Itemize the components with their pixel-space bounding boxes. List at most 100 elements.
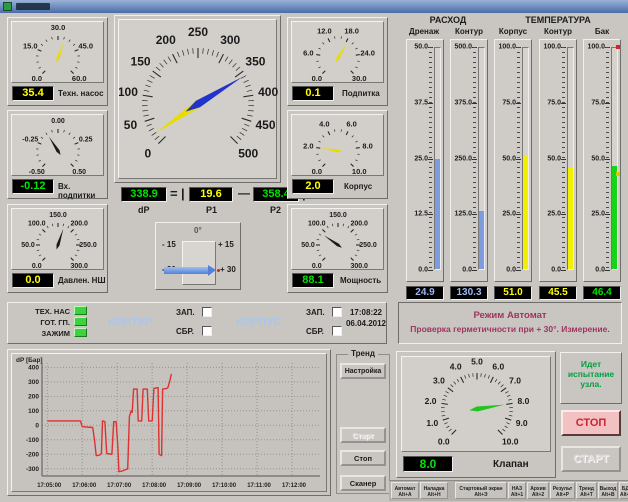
clock-date: 06.04.2012 bbox=[344, 319, 388, 328]
svg-text:45.0: 45.0 bbox=[78, 42, 93, 51]
gauge-panel-tech-nasos: 0.015.030.045.060.0 35.4 Техн. насос bbox=[7, 17, 108, 106]
taskbar-button-result[interactable]: РезультAlt+Р bbox=[550, 482, 575, 499]
vh-podpitki-caption: Вх. подпитки bbox=[58, 182, 107, 200]
podpitka-value: 0.1 bbox=[292, 86, 334, 101]
svg-text:200: 200 bbox=[156, 33, 176, 47]
clock-time: 17:08:22 bbox=[346, 308, 386, 317]
svg-text:100.0: 100.0 bbox=[308, 221, 326, 228]
start-button[interactable]: СТАРТ bbox=[561, 446, 621, 472]
svg-text:-0.25: -0.25 bbox=[22, 136, 38, 143]
svg-text:100.0: 100.0 bbox=[28, 221, 46, 228]
taskbar: АвтоматAlt+А НаладкаAlt+Н Стартовый экра… bbox=[389, 480, 628, 501]
kontur-sbr-checkbox[interactable] bbox=[202, 326, 212, 336]
led-teh-nas bbox=[74, 306, 87, 315]
svg-text:50.0: 50.0 bbox=[21, 242, 35, 249]
svg-text:50: 50 bbox=[124, 118, 138, 132]
svg-text:dP [Бар]: dP [Бар] bbox=[16, 357, 43, 364]
taskbar-button-start-screen[interactable]: Стартовый экранAlt+Э bbox=[455, 482, 507, 499]
bar-korpus-temp: 100.075.050.025.00.0 bbox=[494, 39, 532, 282]
app-icon bbox=[3, 2, 12, 11]
p1-label: P1 bbox=[206, 205, 217, 215]
svg-text:250.0: 250.0 bbox=[359, 242, 377, 249]
gauge-panel-davlen-nsh: 0.050.0100.0150.0200.0250.0300.0 0.0 Дав… bbox=[7, 204, 108, 293]
gauge-face: 0.02.04.06.08.010.0 bbox=[291, 114, 384, 176]
bar-name-kontur2: Контур bbox=[538, 27, 578, 36]
svg-text:17:11:00: 17:11:00 bbox=[247, 483, 271, 489]
gauge-main-pressure: 050100150200250300350400450500 bbox=[119, 20, 278, 180]
svg-text:0.25: 0.25 bbox=[79, 136, 93, 143]
svg-text:6.0: 6.0 bbox=[492, 361, 504, 371]
gauge-face: 0.01.02.03.04.05.06.07.08.09.010.0 bbox=[401, 356, 551, 452]
svg-text:300.0: 300.0 bbox=[70, 263, 88, 270]
scada-screen: 0.015.030.045.060.0 35.4 Техн. насос -0.… bbox=[0, 0, 628, 502]
davlen-nsh-caption: Давлен. НШ bbox=[58, 276, 105, 285]
svg-text:17:05:00: 17:05:00 bbox=[37, 483, 62, 489]
svg-text:7.0: 7.0 bbox=[509, 376, 521, 386]
window-titlebar[interactable] bbox=[0, 0, 628, 13]
status-strip: ТЕХ. НАС ГОТ. ГП. ЗАЖИМ КОНТУР ЗАП. СБР.… bbox=[7, 302, 387, 344]
bar-kontur-rashod: 500.0375.0250.0125.00.0 bbox=[450, 39, 488, 282]
svg-text:3.0: 3.0 bbox=[433, 376, 445, 386]
svg-text:8.0: 8.0 bbox=[362, 141, 372, 150]
taskbar-button-arhiv[interactable]: АрхивAlt+2 bbox=[527, 482, 549, 499]
svg-text:0: 0 bbox=[35, 422, 39, 429]
svg-text:0.0: 0.0 bbox=[32, 74, 42, 83]
svg-text:17:10:00: 17:10:00 bbox=[212, 483, 237, 489]
moshchnost-value: 88.1 bbox=[292, 273, 334, 288]
korpus-sbr-checkbox[interactable] bbox=[332, 326, 342, 336]
bar-kontur-temp: 100.075.050.025.00.0 bbox=[539, 39, 577, 282]
taskbar-button-vyhod[interactable]: ВыходAlt+В bbox=[598, 482, 618, 499]
svg-text:0: 0 bbox=[144, 146, 151, 160]
trend-stop-button[interactable]: Стоп bbox=[340, 450, 386, 466]
svg-text:150: 150 bbox=[131, 54, 151, 68]
led-label-teh-nas: ТЕХ. НАС bbox=[22, 307, 70, 316]
test-status-text: Идет испытание узла. bbox=[563, 359, 619, 389]
svg-text:60.0: 60.0 bbox=[72, 74, 87, 83]
trend-plot-frame: 4003002001000-100-200-30017:05:0017:06:0… bbox=[11, 353, 327, 492]
taskbar-button-avtomat[interactable]: АвтоматAlt+А bbox=[391, 482, 419, 499]
svg-text:100: 100 bbox=[119, 85, 138, 99]
davlen-nsh-value: 0.0 bbox=[12, 273, 54, 288]
korpus-section-label: КОРПУС bbox=[236, 316, 281, 328]
taskbar-button-naz[interactable]: НАЗAlt+1 bbox=[508, 482, 526, 499]
kontur-zap-checkbox[interactable] bbox=[202, 307, 212, 317]
svg-text:0.0: 0.0 bbox=[312, 74, 322, 83]
korpus-zap-checkbox[interactable] bbox=[332, 307, 342, 317]
korpus-value: 2.0 bbox=[292, 179, 334, 194]
stop-button[interactable]: СТОП bbox=[561, 410, 621, 436]
trend-settings-button[interactable]: Настройка bbox=[340, 363, 386, 379]
taskbar-button-bd[interactable]: БДAlt+Б bbox=[619, 482, 628, 499]
taskbar-button-trend[interactable]: ТрендAlt+Т bbox=[576, 482, 597, 499]
svg-text:0.0: 0.0 bbox=[32, 263, 42, 270]
svg-text:200: 200 bbox=[28, 393, 39, 400]
bar-name-kontur1: Контур bbox=[449, 27, 489, 36]
svg-text:400: 400 bbox=[28, 364, 39, 371]
kontur-sbr-label: СБР. bbox=[176, 327, 194, 336]
mode-line2: Проверка герметичности при + 30°. Измере… bbox=[399, 324, 621, 334]
equals-sign: = bbox=[170, 186, 178, 201]
tilt-face bbox=[182, 241, 216, 285]
trend-panel: 4003002001000-100-200-30017:05:0017:06:0… bbox=[7, 349, 331, 496]
trend-start-button[interactable]: Старт bbox=[340, 427, 386, 443]
svg-text:30.0: 30.0 bbox=[352, 74, 367, 83]
trend-scanner-button[interactable]: Сканер bbox=[340, 475, 386, 491]
gauge-klapan: 0.01.02.03.04.05.06.07.08.09.010.0 bbox=[402, 357, 552, 453]
led-got-gp bbox=[74, 317, 87, 326]
kontur-temp-value: 45.5 bbox=[539, 286, 577, 300]
svg-text:4.0: 4.0 bbox=[450, 361, 462, 371]
svg-text:-300: -300 bbox=[26, 466, 39, 473]
svg-text:200.0: 200.0 bbox=[350, 221, 368, 228]
tilt-right-30: + 30 bbox=[220, 265, 236, 274]
moshchnost-caption: Мощность bbox=[340, 276, 381, 285]
gauge-panel-podpitka: 0.06.012.018.024.030.0 0.1 Подпитка bbox=[287, 17, 388, 106]
kontur-section-label: КОНТУР bbox=[108, 316, 152, 328]
taskbar-button-naladka[interactable]: НаладкаAlt+Н bbox=[420, 482, 448, 499]
svg-text:-100: -100 bbox=[26, 437, 39, 444]
svg-text:450: 450 bbox=[256, 118, 276, 132]
gauge-panel-vh-podpitki: -0.50-0.250.000.250.50 -0.12 Вх. подпитк… bbox=[7, 110, 108, 199]
gauge-face: 0.015.030.045.060.0 bbox=[11, 21, 104, 83]
valve-panel: 0.01.02.03.04.05.06.07.08.09.010.0 8.0 К… bbox=[396, 351, 556, 478]
gauge-podpitka: 0.06.012.018.024.030.0 bbox=[292, 22, 385, 84]
header-temperatura: ТЕМПЕРАТУРА bbox=[494, 15, 622, 25]
svg-text:17:06:00: 17:06:00 bbox=[72, 483, 97, 489]
